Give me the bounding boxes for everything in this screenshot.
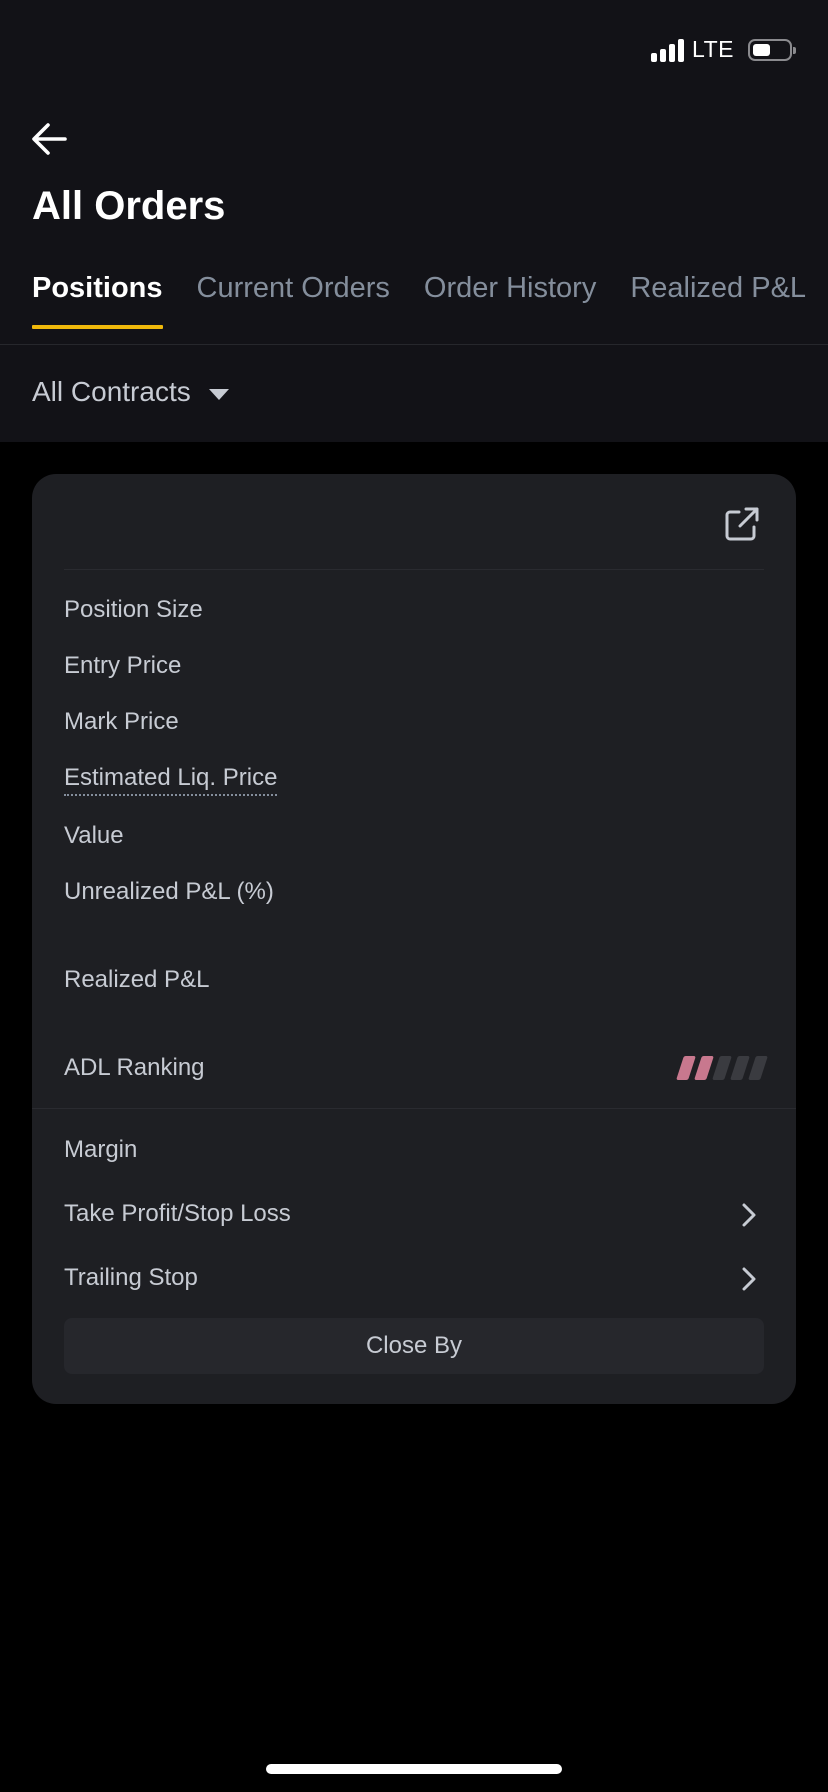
position-size-label: Position Size [64,596,203,623]
tab-realized-pnl[interactable]: Realized P&L [630,272,806,329]
signal-bars-icon [651,38,685,62]
mark-price-label: Mark Price [64,708,179,735]
realized-pnl-label: Realized P&L [64,966,210,993]
unrealized-pnl-label: Unrealized P&L (%) [64,878,274,905]
margin-label: Margin [64,1136,138,1163]
contracts-filter-label: All Contracts [32,376,191,407]
take-profit-stop-loss-label[interactable]: Take Profit/Stop Loss [64,1200,291,1228]
tab-positions[interactable]: Positions [32,272,163,329]
share-button[interactable] [722,504,762,544]
close-by-button[interactable]: Close By [64,1318,764,1374]
close-by-label: Close By [365,1332,463,1359]
adl-bar [694,1056,714,1080]
tabs-divider [0,344,828,345]
position-card: Position Size Entry Price Mark Price Est… [32,474,796,1404]
adl-bar [676,1056,696,1080]
card-divider [64,569,764,570]
arrow-left-icon [32,123,67,155]
tab-order-history[interactable]: Order History [424,272,596,329]
tab-current-orders[interactable]: Current Orders [197,272,390,329]
adl-ranking-indicator [676,1056,768,1080]
order-tabs: Positions Current Orders Order History R… [32,272,806,329]
network-type: LTE [692,36,734,62]
entry-price-label: Entry Price [64,652,182,679]
contracts-filter-dropdown[interactable]: All Contracts [32,376,229,408]
external-share-icon [725,507,759,541]
adl-bar [748,1056,768,1080]
battery-icon [748,38,796,61]
adl-bar [730,1056,750,1080]
trailing-stop-label[interactable]: Trailing Stop [64,1264,198,1292]
back-button[interactable] [26,116,72,162]
chevron-right-icon[interactable] [740,1202,758,1228]
status-bar: LTE [651,36,796,63]
page-title: All Orders [32,184,226,228]
home-indicator [266,1764,562,1774]
adl-bar [712,1056,732,1080]
estimated-liq-price-label[interactable]: Estimated Liq. Price [64,764,278,796]
value-label: Value [64,822,124,849]
adl-ranking-label: ADL Ranking [64,1054,205,1081]
app-header: LTE All Orders Positions Current Orders … [0,0,828,442]
chevron-right-icon[interactable] [740,1266,758,1292]
caret-down-icon [208,388,229,400]
card-divider [32,1108,796,1109]
